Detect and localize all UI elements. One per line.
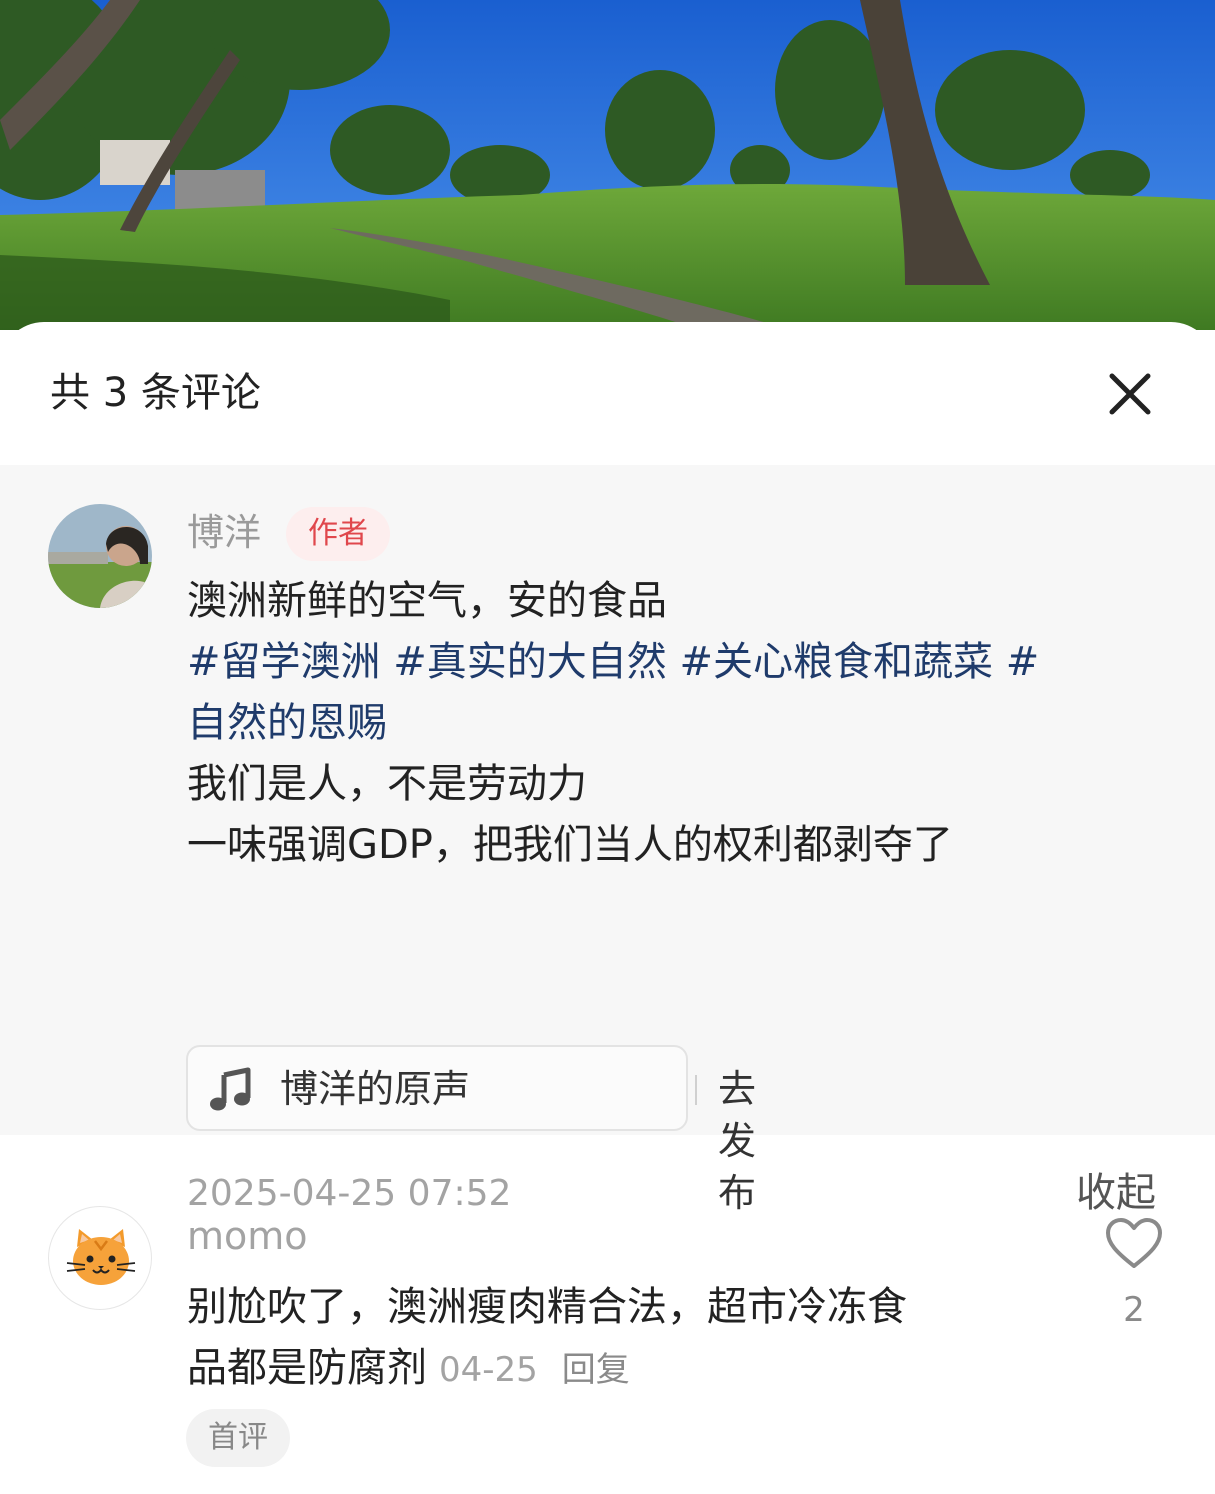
comments-sheet: 共 3 条评论 博洋 作者 澳洲新鲜的空气，安的食品 #留学澳洲 #真实的大自然…: [0, 322, 1215, 1494]
reply-username[interactable]: momo: [187, 1212, 308, 1260]
like-count: 2: [1123, 1290, 1145, 1330]
original-sound-chip[interactable]: 博洋的原声 去发布: [186, 1045, 756, 1215]
author-username[interactable]: 博洋: [187, 509, 261, 557]
video-background-photo: [0, 0, 1215, 330]
heart-outline-icon[interactable]: [1104, 1216, 1164, 1272]
publish-with-sound-button[interactable]: 去发布: [718, 1063, 756, 1219]
comments-count-title: 共 3 条评论: [50, 370, 261, 416]
comment-line: 我们是人，不是劳动力: [187, 761, 587, 807]
music-note-icon: [208, 1067, 254, 1113]
comment-line: 一味强调GDP，把我们当人的权利都剥夺了: [187, 822, 953, 868]
hashtags-line[interactable]: 自然的恩赐: [187, 693, 1147, 754]
author-comment-text: 澳洲新鲜的空气，安的食品 #留学澳洲 #真实的大自然 #关心粮食和蔬菜 # 自然…: [187, 571, 1147, 876]
comment-line: 品都是防腐剂: [187, 1345, 427, 1391]
avatar[interactable]: [48, 1206, 152, 1310]
comment-line: 澳洲新鲜的空气，安的食品: [187, 578, 667, 624]
original-sound-label: 博洋的原声: [280, 1067, 471, 1111]
reply-comment-text: 别尬吹了，澳洲瘦肉精合法，超市冷冻食 品都是防腐剂 04-25 回复: [187, 1277, 1057, 1401]
reply-date: 04-25: [439, 1350, 538, 1390]
author-comment: 博洋 作者 澳洲新鲜的空气，安的食品 #留学澳洲 #真实的大自然 #关心粮食和蔬…: [0, 465, 1215, 1216]
reply-button[interactable]: 回复: [562, 1350, 630, 1390]
hashtags-line[interactable]: #留学澳洲 #真实的大自然 #关心粮食和蔬菜 #: [187, 632, 1147, 693]
avatar[interactable]: [48, 504, 152, 608]
comments-header: 共 3 条评论: [0, 322, 1215, 465]
divider: [695, 1075, 697, 1105]
collapse-button[interactable]: 收起: [1076, 1167, 1156, 1219]
comment-line: 别尬吹了，澳洲瘦肉精合法，超市冷冻食: [187, 1284, 907, 1330]
cat-face-icon: [66, 1229, 136, 1285]
first-comment-tag: 首评: [186, 1409, 290, 1467]
author-badge: 作者: [286, 507, 390, 561]
close-icon[interactable]: [1100, 364, 1160, 424]
